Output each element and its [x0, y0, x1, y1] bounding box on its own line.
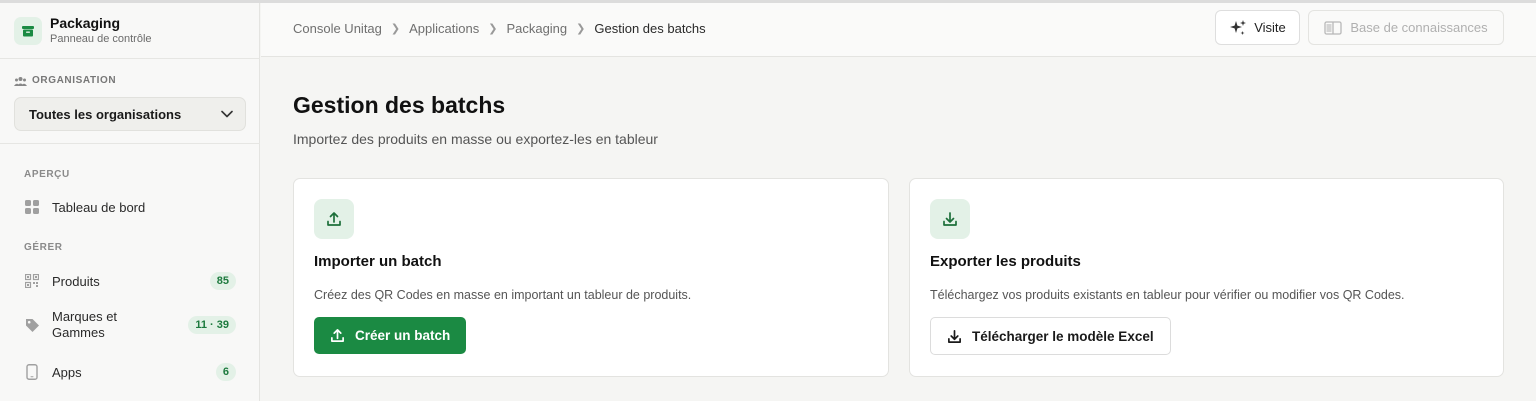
organisation-selected: Toutes les organisations [29, 106, 182, 122]
phone-icon [24, 364, 40, 380]
breadcrumb-item[interactable]: Console Unitag [293, 21, 382, 36]
card-description: Créez des QR Codes en masse en important… [314, 288, 692, 302]
app-title: Packaging [50, 15, 121, 31]
download-excel-template-button[interactable]: Télécharger le modèle Excel [930, 317, 1171, 355]
packaging-box-icon [14, 16, 42, 45]
qr-code-icon [24, 273, 40, 289]
breadcrumb-item[interactable]: Packaging [506, 21, 567, 36]
chevron-down-icon [221, 110, 233, 118]
import-card: Importer un batch Créez des QR Codes en … [293, 178, 889, 377]
download-excel-template-label: Télécharger le modèle Excel [972, 328, 1154, 344]
tag-icon [24, 317, 40, 333]
brand[interactable]: Packaging Panneau de contrôle [14, 15, 152, 46]
sidebar: Packaging Panneau de contrôle ORGANISATI… [0, 3, 260, 401]
sidebar-item-label: Produits [52, 273, 100, 289]
visit-button[interactable]: Visite [1215, 10, 1300, 45]
sidebar-item-label: Marques et Gammes [52, 309, 118, 340]
top-bar: Console Unitag ❯ Applications ❯ Packagin… [261, 3, 1536, 57]
count-badge: 6 [215, 363, 236, 381]
chevron-right-icon: ❯ [390, 23, 401, 35]
count-badge: 11 · 39 [188, 316, 236, 334]
card-description: Téléchargez vos produits existants en ta… [930, 288, 1405, 302]
section-label-gerer: GÉRER [24, 242, 63, 253]
sidebar-item-label: Apps [52, 364, 82, 380]
count-badge: 85 [209, 272, 236, 290]
knowledge-base-label: Base de connaissances [1350, 20, 1488, 35]
chevron-right-icon: ❯ [488, 23, 498, 35]
upload-icon [314, 199, 354, 239]
knowledge-base-button[interactable]: Base de connaissances [1308, 10, 1504, 45]
app-subtitle: Panneau de contrôle [50, 33, 152, 45]
sidebar-item-marques[interactable]: Marques et Gammes 11 · 39 [14, 308, 246, 342]
sidebar-item-produits[interactable]: Produits 85 [14, 271, 246, 291]
divider [0, 143, 260, 144]
breadcrumb: Console Unitag ❯ Applications ❯ Packagin… [293, 21, 706, 36]
export-card: Exporter les produits Téléchargez vos pr… [909, 178, 1504, 377]
chevron-right-icon: ❯ [576, 23, 586, 35]
section-label-apercu: APERÇU [24, 169, 70, 180]
grid-icon [24, 199, 40, 215]
organisation-select[interactable]: Toutes les organisations [14, 97, 246, 131]
page-subtitle: Importez des produits en masse ou export… [293, 131, 658, 147]
divider [0, 58, 260, 59]
sparkle-icon [1230, 19, 1247, 35]
organisation-label: ORGANISATION [14, 75, 116, 86]
organisation-label-text: ORGANISATION [32, 75, 117, 86]
sidebar-item-label: Tableau de bord [52, 199, 146, 215]
download-icon [930, 199, 970, 239]
card-title: Importer un batch [314, 253, 442, 270]
breadcrumb-item[interactable]: Applications [409, 21, 479, 36]
card-title: Exporter les produits [930, 253, 1081, 270]
users-icon [14, 76, 27, 86]
breadcrumb-current: Gestion des batchs [594, 21, 706, 36]
visit-label: Visite [1254, 20, 1286, 35]
upload-icon [331, 329, 344, 342]
download-icon [948, 329, 961, 343]
sidebar-item-dashboard[interactable]: Tableau de bord [14, 198, 246, 216]
book-icon [1324, 20, 1342, 35]
create-batch-label: Créer un batch [355, 328, 451, 343]
page-title: Gestion des batchs [293, 92, 506, 118]
sidebar-item-apps[interactable]: Apps 6 [14, 361, 246, 383]
create-batch-button[interactable]: Créer un batch [314, 317, 467, 354]
